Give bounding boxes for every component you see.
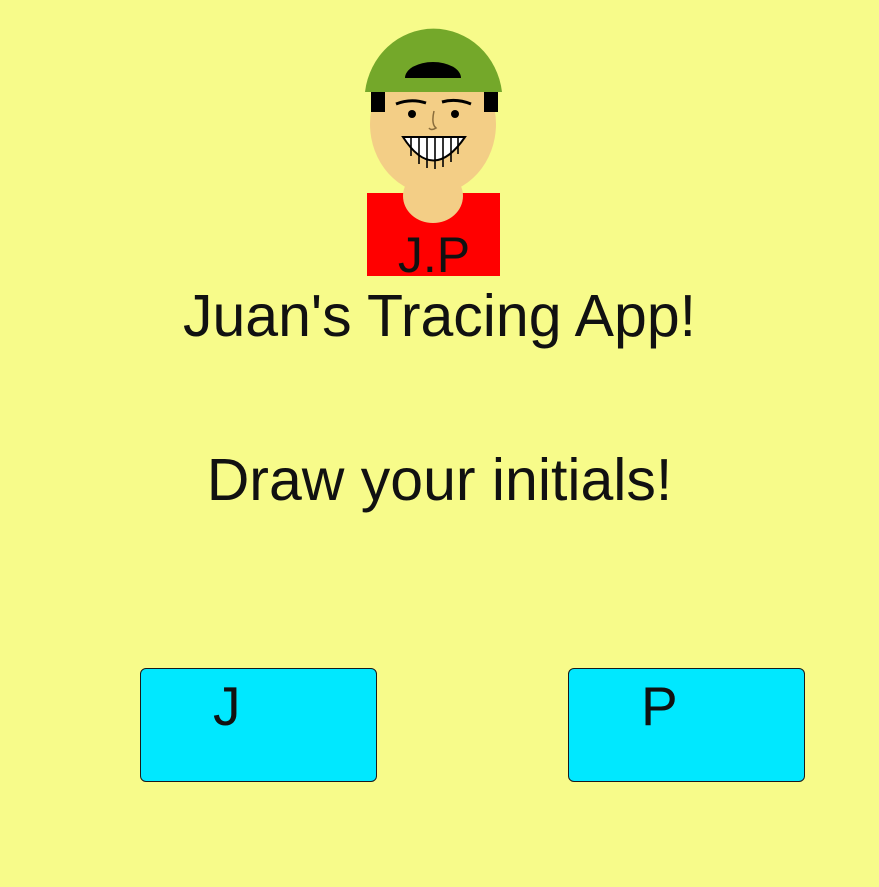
right-eye (451, 110, 459, 118)
shirt-initials: J.P (398, 227, 470, 276)
letter-p-button[interactable]: P (568, 668, 805, 782)
instruction-text: Draw your initials! (206, 447, 673, 513)
app-title: Juan's Tracing App! (182, 283, 697, 349)
letter-p-label: P (641, 675, 678, 737)
letter-j-label: J (213, 675, 241, 737)
left-eye (408, 110, 416, 118)
avatar: J.P (365, 28, 502, 276)
letter-j-button[interactable]: J (140, 668, 377, 782)
cap (365, 28, 502, 92)
